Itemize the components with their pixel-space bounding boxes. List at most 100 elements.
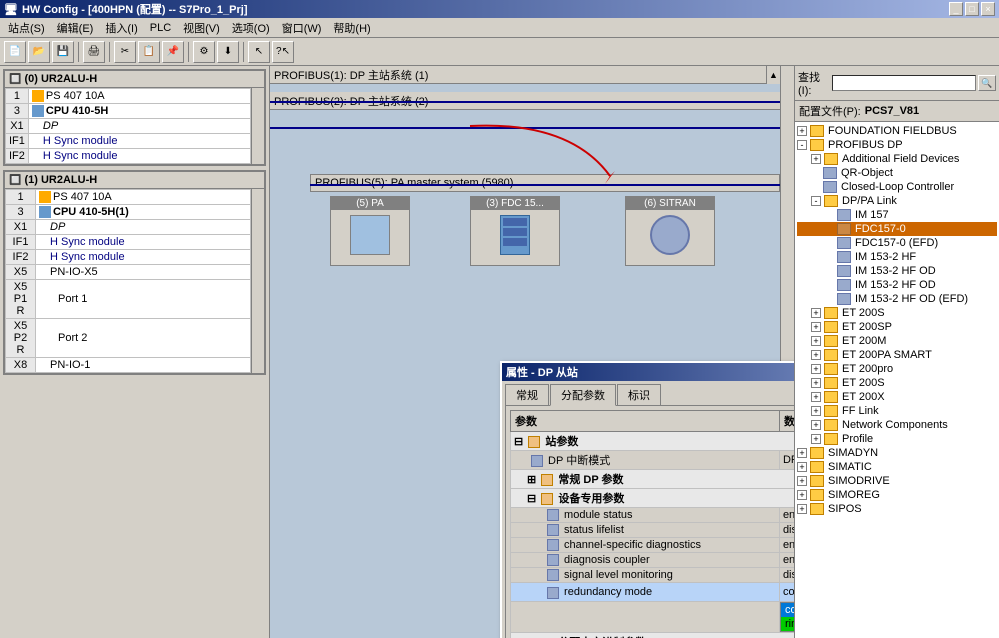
help-cursor-button[interactable]: ?↖ (272, 41, 294, 63)
tree-item-et200s[interactable]: + ET 200S (797, 306, 997, 320)
folder-icon-simatic (810, 461, 824, 473)
tree-item-profile[interactable]: + Profile (797, 432, 997, 446)
menu-options[interactable]: 选项(O) (226, 18, 276, 38)
tree-item-foundation[interactable]: + FOUNDATION FIELDBUS (797, 124, 997, 138)
tab-general[interactable]: 常规 (505, 384, 549, 405)
tree-item-additional[interactable]: + Additional Field Devices (797, 152, 997, 166)
tree-item-simoreg[interactable]: + SIMOREG (797, 488, 997, 502)
tree-item-dppa[interactable]: - DP/PA Link (797, 194, 997, 208)
tree-item-simodrive[interactable]: + SIMODRIVE (797, 474, 997, 488)
expand-fflink[interactable]: + (811, 406, 821, 416)
expand-et200pa[interactable]: + (811, 350, 821, 360)
tree-item-network[interactable]: + Network Components (797, 418, 997, 432)
expand-et200x[interactable]: + (811, 392, 821, 402)
expand-simadyn[interactable]: + (797, 448, 807, 458)
table-row: IF2 H Sync module (6, 250, 251, 265)
folder-icon-et200pa (824, 349, 838, 361)
download-button[interactable]: ⬇ (217, 41, 239, 63)
item-icon-im1532hfod1 (837, 265, 851, 277)
tree-item-im1532hf[interactable]: IM 153-2 HF (797, 250, 997, 264)
tree-item-et200s2[interactable]: + ET 200S (797, 376, 997, 390)
menu-edit[interactable]: 编辑(E) (51, 18, 100, 38)
station2-scrollbar[interactable] (251, 189, 264, 373)
new-button[interactable]: 📄 (4, 41, 26, 63)
tree-item-fdc1570[interactable]: FDC157-0 (797, 222, 997, 236)
tree-item-et200x[interactable]: + ET 200X (797, 390, 997, 404)
paste-button[interactable]: 📌 (162, 41, 184, 63)
tree-item-sipos[interactable]: + SIPOS (797, 502, 997, 516)
tree-item-im1532hfodefd[interactable]: IM 153-2 HF OD (EFD) (797, 292, 997, 306)
tree-item-et200m[interactable]: + ET 200M (797, 334, 997, 348)
tree-item-fflink[interactable]: + FF Link (797, 404, 997, 418)
copy-button[interactable]: 📋 (138, 41, 160, 63)
folder-icon-additional (824, 153, 838, 165)
expand-simodrive[interactable]: + (797, 476, 807, 486)
menu-view[interactable]: 视图(V) (177, 18, 226, 38)
dropdown-option-coupler[interactable]: coupler redundancy (781, 603, 794, 617)
station1-scrollbar[interactable] (251, 88, 264, 164)
tree-item-fdc1570efd[interactable]: FDC157-0 (EFD) (797, 236, 997, 250)
tree-item-et200sp[interactable]: + ET 200SP (797, 320, 997, 334)
tree-label-closed: Closed-Loop Controller (841, 181, 954, 193)
table-row: X8 PN-IO-1 (6, 358, 251, 373)
title-bar-buttons: _ □ × (949, 2, 995, 16)
expand-et200sp[interactable]: + (811, 322, 821, 332)
print-button[interactable]: 🖨 (83, 41, 105, 63)
tree-item-im1532hfod2[interactable]: IM 153-2 HF OD (797, 278, 997, 292)
folder-icon-dppa (824, 195, 838, 207)
expand-profibus[interactable]: - (797, 140, 807, 150)
item-icon-qr (823, 167, 837, 179)
fdc-box[interactable]: (3) FDC 15... (470, 196, 560, 266)
redundancy-dropdown[interactable]: coupler redundancy ▼ (780, 583, 794, 601)
tree-item-im1532hfod1[interactable]: IM 153-2 HF OD (797, 264, 997, 278)
tab-ident[interactable]: 标识 (617, 384, 661, 405)
expand-foundation[interactable]: + (797, 126, 807, 136)
folder-icon-foundation (810, 125, 824, 137)
expand-profile[interactable]: + (811, 434, 821, 444)
sitran-box[interactable]: (6) SITRAN (625, 196, 715, 266)
profibus1-scroll[interactable]: ▲ (766, 66, 780, 84)
maximize-button[interactable]: □ (965, 2, 979, 16)
menu-insert[interactable]: 插入(I) (99, 18, 143, 38)
menu-plc[interactable]: PLC (144, 20, 177, 36)
menu-help[interactable]: 帮助(H) (327, 18, 376, 38)
dropdown-option-ring[interactable]: ring redundancy (781, 617, 794, 631)
cut-button[interactable]: ✂ (114, 41, 136, 63)
pa-box[interactable]: (5) PA (330, 196, 410, 266)
tree-item-et200pro[interactable]: + ET 200pro (797, 362, 997, 376)
tree-item-profibus[interactable]: - PROFIBUS DP (797, 138, 997, 152)
tree-item-closed[interactable]: Closed-Loop Controller (797, 180, 997, 194)
expand-sipos[interactable]: + (797, 504, 807, 514)
expand-simatic[interactable]: + (797, 462, 807, 472)
dialog-title: 属性 - DP 从站 (506, 364, 578, 380)
save-button[interactable]: 💾 (52, 41, 74, 63)
expand-additional[interactable]: + (811, 154, 821, 164)
expand-dppa[interactable]: - (811, 196, 821, 206)
toolbar-sep3 (188, 42, 189, 62)
compile-button[interactable]: ⚙ (193, 41, 215, 63)
search-input[interactable] (832, 75, 976, 91)
expand-network[interactable]: + (811, 420, 821, 430)
tab-params[interactable]: 分配参数 (550, 384, 616, 406)
expand-et200s2[interactable]: + (811, 378, 821, 388)
search-button[interactable]: 🔍 (978, 75, 996, 91)
open-button[interactable]: 📂 (28, 41, 50, 63)
item-icon-fdc1570efd (837, 237, 851, 249)
tree-item-im157[interactable]: IM 157 (797, 208, 997, 222)
tree-item-et200pa[interactable]: + ET 200PA SMART (797, 348, 997, 362)
tree-item-simadyn[interactable]: + SIMADYN (797, 446, 997, 460)
minimize-button[interactable]: _ (949, 2, 963, 16)
expand-et200pro[interactable]: + (811, 364, 821, 374)
folder-icon-et200m (824, 335, 838, 347)
tree-item-qr[interactable]: QR-Object (797, 166, 997, 180)
tree-item-simatic[interactable]: + SIMATIC (797, 460, 997, 474)
expand-et200s[interactable]: + (811, 308, 821, 318)
cursor-button[interactable]: ↖ (248, 41, 270, 63)
right-panel: 查找(I): 🔍 配置文件(P): PCS7_V81 + FOUNDATION … (794, 66, 999, 638)
expand-et200m[interactable]: + (811, 336, 821, 346)
table-row: DP 中断模式 DPV0 (511, 451, 795, 470)
expand-simoreg[interactable]: + (797, 490, 807, 500)
menu-window[interactable]: 窗口(W) (276, 18, 328, 38)
menu-station[interactable]: 站点(S) (2, 18, 51, 38)
close-button[interactable]: × (981, 2, 995, 16)
